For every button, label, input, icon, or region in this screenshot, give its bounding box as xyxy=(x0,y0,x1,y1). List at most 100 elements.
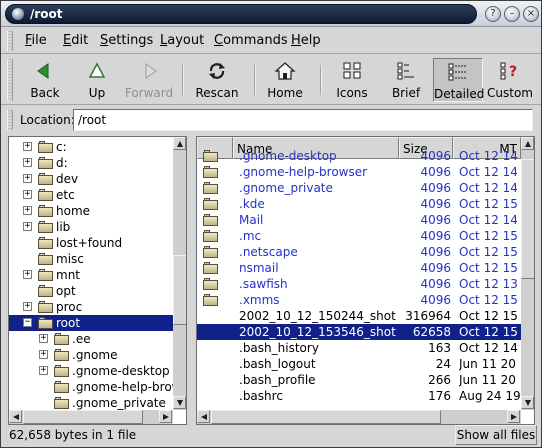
menu-commands[interactable]: Commands xyxy=(214,33,288,48)
expand-icon[interactable]: + xyxy=(23,302,32,311)
file-row[interactable]: .bash_profile 266 Jun 11 20 xyxy=(197,372,521,388)
svg-text:?: ? xyxy=(509,64,517,80)
expand-icon[interactable]: + xyxy=(23,158,32,167)
expand-icon[interactable]: + xyxy=(39,350,48,359)
scroll-left-arrow-icon[interactable] xyxy=(197,410,210,423)
icons-view-button[interactable]: Icons xyxy=(329,58,375,102)
tree-vertical-scrollbar[interactable] xyxy=(173,137,186,410)
file-row[interactable]: .gnome_private 4096 Oct 12 14 xyxy=(197,180,521,196)
expand-icon[interactable]: + xyxy=(39,334,48,343)
scroll-left-arrow-icon[interactable] xyxy=(9,410,22,423)
menu-help[interactable]: Help xyxy=(291,33,321,48)
scroll-right-arrow-icon[interactable] xyxy=(507,410,520,423)
collapse-icon[interactable]: − xyxy=(23,318,32,327)
file-row[interactable]: 2002_10_12_150244_shot.g 316964 Oct 12 15 xyxy=(197,308,521,324)
file-row[interactable]: .bashrc 176 Aug 24 19 xyxy=(197,388,521,404)
detailed-view-button[interactable]: Detailed xyxy=(433,58,484,102)
minimize-icon[interactable]: – xyxy=(504,6,520,22)
custom-view-label: Custom xyxy=(487,86,533,100)
tree-item[interactable]: lost+found xyxy=(9,235,174,251)
expand-icon[interactable]: + xyxy=(23,142,32,151)
toolbar-handle[interactable] xyxy=(7,59,13,101)
file-list[interactable]: Name Size MT .gnome-desktop 4096 Oct 12 14… xyxy=(196,136,535,425)
scroll-down-arrow-icon[interactable] xyxy=(521,396,534,409)
file-row[interactable]: .bash_history 163 Oct 12 14 xyxy=(197,340,521,356)
filelist-horizontal-scrollbar[interactable] xyxy=(197,410,521,424)
expand-icon[interactable]: + xyxy=(23,190,32,199)
tree-item[interactable]: .gnome_private xyxy=(9,395,174,411)
file-row[interactable]: .bash_logout 24 Jun 11 20 xyxy=(197,356,521,372)
up-button[interactable]: Up xyxy=(75,58,119,102)
file-mtime: Oct 12 14 xyxy=(459,149,518,163)
folder-icon xyxy=(203,278,219,290)
tree-item[interactable]: + .gnome-desktop xyxy=(9,363,174,379)
title-pill[interactable]: /root xyxy=(5,4,477,24)
toolbar: Back Up Forward Rescan Home Icons Brief xyxy=(1,55,541,105)
tree-item[interactable]: + etc xyxy=(9,187,174,203)
file-row[interactable]: 2002_10_12_153546_shot.jj 62658 Oct 12 15 xyxy=(197,324,521,340)
forward-button[interactable]: Forward xyxy=(123,58,175,102)
menubar-handle[interactable] xyxy=(7,31,13,51)
tree-item[interactable]: + c: xyxy=(9,139,174,155)
file-row[interactable]: .gnome-desktop 4096 Oct 12 14 xyxy=(197,148,521,164)
menu-edit[interactable]: Edit xyxy=(63,33,88,48)
file-row[interactable]: .sawfish 4096 Oct 12 13 xyxy=(197,276,521,292)
folder-icon xyxy=(38,237,54,249)
tree-item[interactable]: + home xyxy=(9,203,174,219)
scroll-right-arrow-icon[interactable] xyxy=(159,410,172,423)
expand-icon[interactable]: + xyxy=(23,206,32,215)
help-window-icon[interactable]: ? xyxy=(485,6,501,22)
tree-item[interactable]: + proc xyxy=(9,299,174,315)
menu-layout[interactable]: Layout xyxy=(160,33,204,48)
file-mtime: Jun 11 20 xyxy=(459,373,516,387)
expand-icon[interactable]: + xyxy=(23,174,32,183)
expand-icon[interactable]: + xyxy=(39,366,48,375)
tree-item[interactable]: + d: xyxy=(9,155,174,171)
tree-horizontal-scrollbar[interactable] xyxy=(9,410,173,424)
file-row[interactable]: .gnome-help-browser 4096 Oct 12 14 xyxy=(197,164,521,180)
tree-item[interactable]: − root xyxy=(9,315,174,331)
file-row[interactable]: Mail 4096 Oct 12 14 xyxy=(197,212,521,228)
tree-item[interactable]: misc xyxy=(9,251,174,267)
file-row[interactable]: nsmail 4096 Oct 12 15 xyxy=(197,260,521,276)
brief-view-button[interactable]: Brief xyxy=(383,58,429,102)
tree-item[interactable]: + dev xyxy=(9,171,174,187)
location-input[interactable]: /root xyxy=(73,109,533,131)
folder-icon xyxy=(203,262,219,274)
tree-item[interactable]: .gnome-help-brow xyxy=(9,379,182,395)
file-row[interactable]: .mc 4096 Oct 12 15 xyxy=(197,228,521,244)
expand-icon[interactable]: + xyxy=(23,270,32,279)
file-row[interactable]: .netscape 4096 Oct 12 15 xyxy=(197,244,521,260)
expand-icon[interactable]: + xyxy=(23,222,32,231)
filelist-vscroll-thumb[interactable] xyxy=(521,159,534,279)
scroll-up-arrow-icon[interactable] xyxy=(521,137,534,150)
toolbar-separator xyxy=(182,65,184,95)
menu-settings[interactable]: Settings xyxy=(100,33,153,48)
tree-hscroll-thumb[interactable] xyxy=(23,410,143,424)
custom-view-button[interactable]: ? Custom xyxy=(485,58,535,102)
menu-file[interactable]: File xyxy=(25,33,47,48)
home-button[interactable]: Home xyxy=(262,58,308,102)
filelist-vertical-scrollbar[interactable] xyxy=(521,137,534,410)
locationbar-handle[interactable] xyxy=(7,110,13,130)
rescan-button[interactable]: Rescan xyxy=(191,58,243,102)
menu-layout-label: ayout xyxy=(167,33,205,48)
tree-item[interactable]: + mnt xyxy=(9,267,174,283)
directory-tree[interactable]: + c: + d: + dev + etc + home + lib lost+found misc + mn… xyxy=(8,136,187,425)
tree-item[interactable]: + .ee xyxy=(9,331,174,347)
tree-item-label: misc xyxy=(56,252,84,266)
tree-item[interactable]: + .gnome xyxy=(9,347,174,363)
scroll-down-arrow-icon[interactable] xyxy=(173,396,186,409)
file-row[interactable]: .kde 4096 Oct 12 15 xyxy=(197,196,521,212)
filelist-hscroll-thumb[interactable] xyxy=(211,410,441,424)
scroll-up-arrow-icon[interactable] xyxy=(173,137,186,150)
show-all-files-button[interactable]: Show all files xyxy=(455,425,537,445)
close-icon[interactable]: × xyxy=(523,6,539,22)
title-bar[interactable]: /root ? – × xyxy=(1,1,541,27)
tree-vscroll-thumb[interactable] xyxy=(173,255,186,325)
tree-item[interactable]: + lib xyxy=(9,219,174,235)
tree-item[interactable]: opt xyxy=(9,283,174,299)
file-row[interactable]: .xmms 4096 Oct 12 15 xyxy=(197,292,521,308)
window-menu-icon[interactable] xyxy=(12,8,24,20)
back-button[interactable]: Back xyxy=(23,58,67,102)
